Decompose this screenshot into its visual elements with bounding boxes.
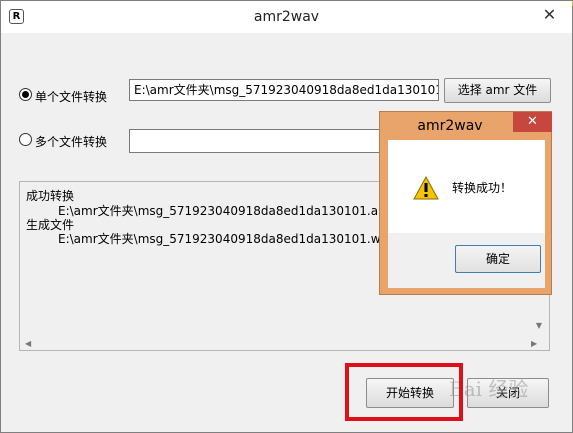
ok-button[interactable]: 确定 [455, 245, 541, 273]
dialog-message: 转换成功！ [452, 181, 513, 195]
multi-file-radio[interactable] [19, 133, 32, 146]
window-close-icon[interactable]: ✕ [527, 1, 572, 29]
dialog-close-icon[interactable]: ✕ [513, 112, 552, 132]
scroll-left-arrow-icon[interactable]: ◀ [25, 339, 39, 351]
scroll-right-arrow-icon[interactable]: ▶ [531, 339, 545, 351]
highlight-annotation [345, 363, 463, 421]
output-line: E:\amr文件夹\msg_571923040918da8ed1da130101… [58, 204, 395, 218]
multi-file-path-input[interactable] [129, 129, 389, 153]
scroll-down-arrow-icon[interactable]: ▼ [532, 321, 546, 335]
window-title: amr2wav [253, 9, 320, 25]
multi-file-label[interactable]: 多个文件转换 [35, 133, 107, 150]
single-file-label[interactable]: 单个文件转换 [35, 88, 107, 105]
warning-icon [413, 176, 439, 200]
output-line: E:\amr文件夹\msg_571923040918da8ed1da130101… [58, 232, 395, 246]
choose-amr-button[interactable]: 选择 amr 文件 [444, 78, 551, 103]
success-dialog: amr2wav ✕ 转换成功！ 确定 [379, 111, 552, 295]
dialog-title: amr2wav [417, 118, 483, 134]
single-file-path-input[interactable]: E:\amr文件夹\msg_571923040918da8ed1da130101… [129, 79, 439, 101]
single-file-radio[interactable] [19, 88, 32, 101]
